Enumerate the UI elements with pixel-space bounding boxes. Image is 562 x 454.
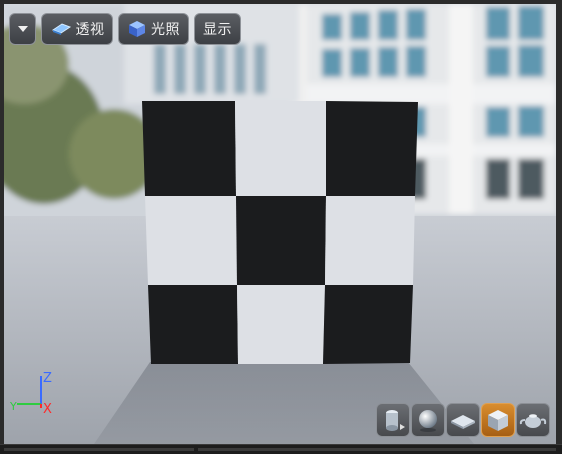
checker-cell	[326, 101, 418, 196]
teapot-mode-icon	[519, 414, 547, 428]
scroll-track	[198, 448, 556, 451]
checker-cell	[323, 285, 413, 364]
checker-cell	[142, 101, 236, 196]
checker-cell	[325, 196, 415, 285]
scene-render: Z Y X	[4, 4, 556, 444]
scroll-track	[4, 448, 194, 451]
sphere-mode-button[interactable]	[411, 403, 445, 437]
show-button[interactable]: 显示	[194, 13, 241, 45]
checkerboard-preview	[142, 101, 418, 364]
viewport-window: Z Y X 透视 光照 显示	[0, 0, 562, 454]
checker-cell	[236, 196, 326, 285]
checker-cell	[235, 101, 326, 196]
lighting-label: 光照	[151, 22, 180, 38]
perspective-label: 透视	[75, 22, 105, 38]
plane-mode-button[interactable]	[446, 403, 480, 437]
checker-cell	[237, 285, 325, 364]
checker-cell	[145, 196, 237, 285]
checker-cell	[148, 285, 238, 364]
plane-mode-icon	[451, 415, 475, 429]
z-axis-label: Z	[43, 371, 52, 386]
perspective-button[interactable]: 透视	[41, 13, 113, 45]
lit-cube-icon	[129, 21, 145, 37]
teapot-mode-button[interactable]	[516, 403, 550, 437]
cylinder-mode-icon	[386, 410, 405, 431]
lighting-button[interactable]: 光照	[118, 13, 189, 45]
cube-mode-button[interactable]	[481, 403, 515, 437]
cube-mode-icon	[488, 410, 508, 431]
show-label: 显示	[203, 22, 232, 38]
caret-down-icon	[17, 26, 28, 32]
sphere-mode-icon	[419, 410, 437, 432]
cylinder-mode-button[interactable]	[376, 403, 410, 437]
perspective-icon	[51, 23, 71, 35]
material-preview-viewport[interactable]: Z Y X 透视 光照 显示	[4, 4, 556, 444]
viewport-options-button[interactable]	[9, 13, 36, 45]
y-axis-label: Y	[9, 400, 17, 413]
x-axis-label: X	[43, 402, 52, 417]
